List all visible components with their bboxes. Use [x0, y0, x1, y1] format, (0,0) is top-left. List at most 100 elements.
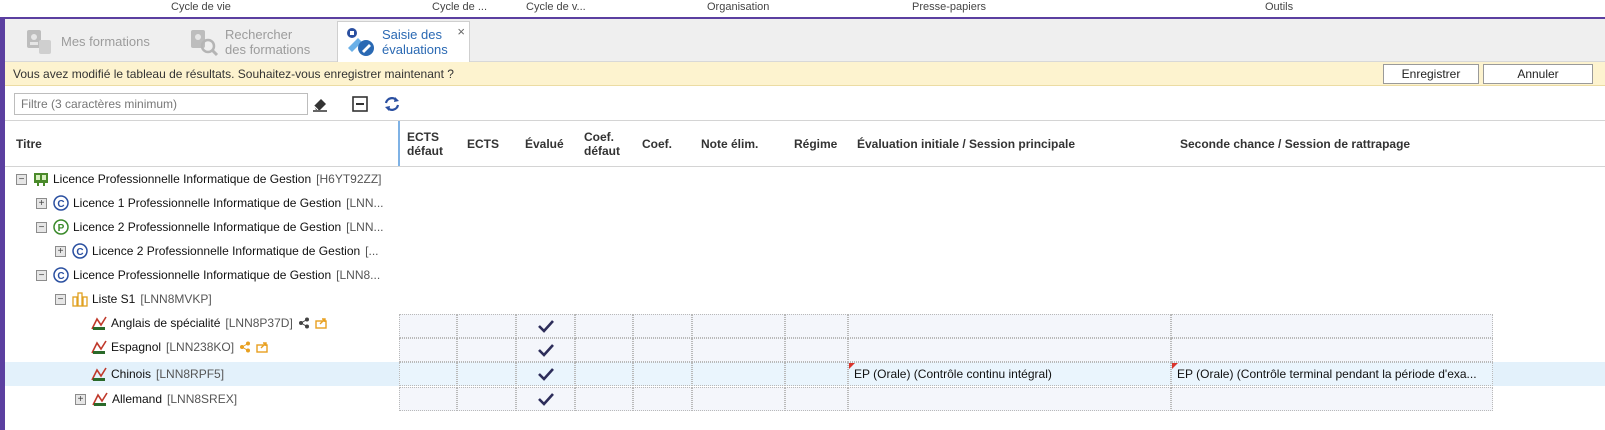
ribbon-group-cycle-3[interactable]: Cycle de v... [526, 1, 586, 13]
cell-regime[interactable] [785, 362, 848, 386]
tree-row[interactable]: + C Licence 2 Professionnelle Informatiq… [5, 239, 398, 263]
tab-saisie-evaluations[interactable]: Saisie des évaluations × [337, 21, 470, 62]
expand-toggle[interactable]: + [36, 197, 47, 209]
expand-toggle[interactable]: + [55, 245, 66, 257]
cell-ects[interactable] [457, 314, 516, 338]
cell-regime[interactable] [785, 387, 848, 411]
cell-coef-defaut[interactable] [575, 387, 633, 411]
share-icon[interactable] [239, 341, 251, 353]
cell-evalue[interactable] [516, 362, 575, 386]
cell-evalue[interactable] [516, 387, 575, 411]
cell-evaluation-initiale[interactable]: EP (Orale) (Contrôle continu intégral) [848, 362, 1171, 386]
p-circle-icon: P [53, 219, 69, 235]
cell-coef[interactable] [633, 314, 692, 338]
collapse-toggle[interactable]: − [16, 173, 27, 185]
cell-ects[interactable] [457, 362, 516, 386]
cancel-button[interactable]: Annuler [1483, 64, 1593, 84]
column-header-ects-defaut[interactable]: ECTS défaut [407, 121, 443, 166]
tree-node-label: Allemand [112, 392, 163, 406]
export-icon[interactable] [315, 317, 327, 329]
cell-coef-defaut[interactable] [575, 338, 633, 362]
tab-label-line1: Saisie des [382, 27, 442, 42]
cell-note-elim[interactable] [692, 314, 785, 338]
cell-ects[interactable] [457, 338, 516, 362]
cell-evaluation-initiale[interactable] [848, 338, 1171, 362]
column-header-coef-defaut[interactable]: Coef. défaut [584, 121, 620, 166]
ribbon-group-organisation[interactable]: Organisation [707, 1, 769, 13]
share-icon[interactable] [298, 317, 310, 329]
cell-text: EP (Orale) (Contrôle continu intégral) [854, 367, 1052, 381]
cell-ects-defaut[interactable] [399, 362, 457, 386]
tab-close-icon[interactable]: × [457, 24, 465, 39]
tree-row[interactable]: Anglais de spécialité [LNN8P37D] [5, 311, 398, 335]
tree-row[interactable]: − P Licence 2 Professionnelle Informatiq… [5, 215, 398, 239]
cell-evalue[interactable] [516, 314, 575, 338]
ribbon-group-lifecycle[interactable]: Cycle de vie [171, 1, 231, 13]
svg-text:C: C [57, 199, 64, 210]
cell-coef-defaut[interactable] [575, 362, 633, 386]
cell-note-elim[interactable] [692, 338, 785, 362]
search-formations-icon [191, 29, 219, 56]
tab-rechercher-formations[interactable]: Rechercher des formations [179, 21, 335, 62]
ribbon-group-clipboard[interactable]: Presse-papiers [912, 1, 986, 13]
cell-coef-defaut[interactable] [575, 314, 633, 338]
tree-row[interactable]: − Licence Professionnelle Informatique d… [5, 167, 398, 191]
column-header-note-elim[interactable]: Note élim. [701, 121, 758, 166]
filter-input[interactable] [14, 93, 308, 115]
cell-seconde-chance[interactable] [1171, 338, 1493, 362]
tree-row[interactable]: − Liste S1 [LNN8MVKP] [5, 287, 398, 311]
cell-regime[interactable] [785, 314, 848, 338]
cell-regime[interactable] [785, 338, 848, 362]
column-header-evalue[interactable]: Évalué [525, 121, 564, 166]
checkmark-icon [537, 368, 554, 381]
tree-node-label: Licence Professionnelle Informatique de … [53, 172, 312, 186]
cell-seconde-chance[interactable] [1171, 314, 1493, 338]
column-header-ects[interactable]: ECTS [467, 121, 499, 166]
tab-mes-formations[interactable]: Mes formations [15, 21, 165, 62]
tree-row[interactable]: Espagnol [LNN238KO] [5, 335, 398, 359]
expand-toggle[interactable]: + [75, 393, 86, 405]
cell-ects[interactable] [457, 387, 516, 411]
collapse-all-icon[interactable] [351, 95, 369, 113]
cell-coef[interactable] [633, 387, 692, 411]
column-header-coef[interactable]: Coef. [642, 121, 672, 166]
cell-note-elim[interactable] [692, 362, 785, 386]
column-header-regime[interactable]: Régime [794, 121, 837, 166]
column-header-seconde-chance[interactable]: Seconde chance / Session de rattrapage [1180, 121, 1410, 166]
collapse-toggle[interactable]: − [36, 269, 47, 281]
collapse-toggle[interactable]: − [55, 293, 66, 305]
cell-evalue[interactable] [516, 338, 575, 362]
cell-ects-defaut[interactable] [399, 314, 457, 338]
refresh-icon[interactable] [383, 95, 401, 113]
cell-seconde-chance[interactable] [1171, 387, 1493, 411]
cell-ects-defaut[interactable] [399, 387, 457, 411]
tree-node-label: Licence Professionnelle Informatique de … [73, 268, 332, 282]
grid-toolbar [5, 86, 1605, 120]
tree-row[interactable]: + C Licence 1 Professionnelle Informatiq… [5, 191, 398, 215]
tree-row-selected[interactable]: Chinois [LNN8RPF5] [5, 362, 398, 386]
column-header-titre[interactable]: Titre [16, 121, 42, 166]
cell-seconde-chance[interactable]: EP (Orale) (Contrôle terminal pendant la… [1171, 362, 1493, 386]
cell-coef[interactable] [633, 362, 692, 386]
cell-note-elim[interactable] [692, 387, 785, 411]
cell-evaluation-initiale[interactable] [848, 387, 1171, 411]
tree-node-code: [H6YT92ZZ] [316, 172, 382, 186]
collapse-toggle[interactable]: − [36, 221, 47, 233]
unsaved-changes-banner: Vous avez modifié le tableau de résultat… [5, 62, 1605, 86]
tree-row[interactable]: − C Licence Professionnelle Informatique… [5, 263, 398, 287]
ribbon-group-cycle-2[interactable]: Cycle de ... [432, 1, 487, 13]
eraser-icon[interactable] [311, 95, 329, 113]
cell-evaluation-initiale[interactable] [848, 314, 1171, 338]
export-icon[interactable] [256, 341, 268, 353]
cell-ects-defaut[interactable] [399, 338, 457, 362]
checkmark-icon [537, 393, 554, 406]
column-header-evaluation-initiale[interactable]: Évaluation initiale / Session principale [857, 121, 1075, 166]
cell-coef[interactable] [633, 338, 692, 362]
column-splitter[interactable] [398, 121, 400, 166]
ribbon-group-tools[interactable]: Outils [1265, 1, 1293, 13]
tree-row[interactable]: + Allemand [LNN8SREX] [5, 387, 398, 411]
save-button[interactable]: Enregistrer [1383, 64, 1479, 84]
evaluation-entry-icon [347, 28, 374, 56]
modified-flag-icon [1172, 363, 1178, 369]
tree-node-code: [LNN8SREX] [167, 392, 238, 406]
